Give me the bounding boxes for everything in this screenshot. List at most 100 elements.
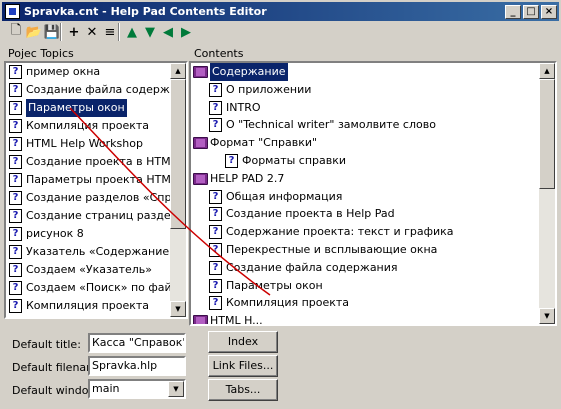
help-topic-icon: ? (9, 83, 22, 97)
properties-icon[interactable]: ≡ (100, 22, 120, 42)
move-down-icon[interactable]: ▼ (140, 22, 160, 42)
save-icon[interactable]: 💾 (42, 22, 62, 42)
topic-label: Создание файла содержания (26, 83, 188, 96)
chevron-down-icon[interactable]: ▼ (168, 381, 184, 397)
index-files-button[interactable]: Index Files... (208, 331, 278, 368)
contents-book-item[interactable]: HELP PAD 2.7 (191, 170, 539, 188)
help-topic-icon: ? (9, 155, 22, 169)
help-topic-icon: ? (209, 260, 222, 275)
help-topic-icon: ? (9, 101, 22, 115)
move-up-icon[interactable]: ▲ (122, 22, 142, 42)
contents-item-label: HTML H... (210, 314, 263, 326)
new-document-icon[interactable]: 🗋 (6, 22, 26, 42)
scroll-thumb[interactable] (539, 79, 555, 189)
contents-page-item[interactable]: ? О "Technical writer" замолвите слово (191, 116, 539, 134)
title-bar[interactable]: Spravka.cnt - Help Pad Contents Editor _… (2, 2, 559, 21)
contents-scrollbar[interactable]: ▲ ▼ (539, 63, 555, 324)
topic-item[interactable]: ? пример окна (6, 63, 170, 81)
topic-label: Создание проекта в HTML Help (26, 155, 188, 168)
default-window-select[interactable]: main ▼ (88, 379, 186, 399)
contents-book-item[interactable]: Содержание (191, 63, 539, 81)
move-right-icon[interactable]: ▶ (176, 22, 196, 42)
contents-book-item[interactable]: Формат "Справки" (191, 134, 539, 152)
help-topic-icon: ? (9, 263, 22, 277)
help-topic-icon: ? (209, 243, 222, 257)
contents-page-item[interactable]: ? Параметры окон (191, 277, 539, 295)
app-icon[interactable] (5, 4, 20, 19)
contents-page-item[interactable]: ? Создание файла содержания (191, 259, 539, 277)
contents-page-item[interactable]: ? Перекрестные и всплывающие окна (191, 241, 539, 259)
contents-book-item[interactable]: HTML H... (191, 312, 539, 326)
book-icon (193, 137, 208, 150)
default-filename-field[interactable]: Spravka.hlp (88, 356, 186, 376)
topic-item[interactable]: ? Создание страниц разделов (6, 207, 186, 225)
contents-item-label: Содержание проекта: текст и графика (226, 225, 454, 239)
default-window-value: main (92, 382, 120, 395)
topic-label: Создание страниц разделов (26, 209, 188, 222)
default-title-field[interactable]: Касса "Справок" не (88, 333, 186, 353)
topic-item[interactable]: ? HTML Help Workshop (6, 135, 170, 153)
help-topic-icon: ? (209, 189, 222, 204)
scroll-up-button[interactable]: ▲ (170, 63, 186, 79)
topic-label: Компиляция проекта (26, 299, 150, 312)
contents-page-item[interactable]: ? О приложении (191, 81, 539, 99)
contents-item-label: Общая информация (226, 189, 343, 203)
help-topic-icon: ? (209, 278, 222, 293)
topic-item[interactable]: ? Параметры окон (6, 99, 170, 117)
tabs-button[interactable]: Tabs... (208, 379, 278, 401)
contents-item-label: INTRO (226, 100, 261, 114)
scroll-down-button[interactable]: ▼ (170, 301, 186, 317)
help-topic-icon: ? (9, 173, 22, 187)
topic-label: Параметры окон (26, 99, 127, 117)
contents-page-item[interactable]: ? Содержание проекта: текст и графика (191, 223, 539, 241)
contents-item-label: HELP PAD 2.7 (210, 171, 285, 185)
scroll-thumb[interactable] (170, 79, 186, 229)
topic-item[interactable]: ? Создание файла содержания (6, 81, 186, 99)
help-topic-icon: ? (209, 296, 222, 311)
topic-item[interactable]: ? рисунок 8 (6, 225, 170, 243)
scroll-down-button[interactable]: ▼ (539, 308, 555, 324)
topic-item[interactable]: ? Указатель «Содержание» (6, 243, 176, 261)
add-icon[interactable]: + (64, 22, 84, 42)
topic-item[interactable]: ? Создание проекта в HTML Help (6, 153, 186, 171)
help-topic-icon: ? (209, 207, 222, 222)
topic-label: Параметры проекта HTML Help (26, 173, 188, 186)
topic-item[interactable]: ? Компиляция проекта (6, 297, 170, 315)
topics-scrollbar[interactable]: ▲ ▼ (170, 63, 186, 317)
delete-icon[interactable]: ✕ (82, 22, 102, 42)
contents-tree[interactable]: HTML H... ? Компиляция проекта? Параметры о… (189, 61, 557, 326)
book-icon (193, 66, 208, 78)
contents-page-item[interactable]: ? Общая информация (191, 188, 539, 206)
topic-label: Создание разделов «Справки» (26, 191, 188, 204)
contents-page-item[interactable]: ? INTRO (191, 99, 539, 117)
topic-item[interactable]: ? Создаем «Указатель» (6, 261, 170, 279)
scroll-up-button[interactable]: ▲ (539, 63, 555, 79)
help-topic-icon: ? (9, 245, 22, 259)
contents-item-label: Перекрестные и всплывающие окна (226, 243, 438, 256)
link-files-button[interactable]: Link Files... (208, 355, 278, 377)
topic-item[interactable]: ? Компиляция проекта (6, 117, 170, 135)
topics-list[interactable]: ? Компиляция проекта ? Создаем «Поиск» по ф… (4, 61, 188, 319)
minimize-button[interactable]: _ (505, 5, 521, 19)
contents-item-label: Форматы справки (242, 154, 347, 167)
move-left-icon[interactable]: ◀ (158, 22, 178, 42)
open-folder-icon[interactable]: 📂 (24, 22, 44, 42)
contents-item-label: О приложении (226, 82, 312, 96)
default-title-label: Default title: (12, 338, 81, 351)
maximize-button[interactable]: □ (523, 5, 539, 19)
topic-item[interactable]: ? Создание разделов «Справки» (6, 189, 186, 207)
help-topic-icon: ? (9, 299, 22, 313)
contents-page-item[interactable]: ? Форматы справки (191, 152, 539, 170)
window-title: Spravka.cnt - Help Pad Contents Editor (24, 5, 267, 18)
topic-item[interactable]: ? Параметры проекта HTML Help (6, 171, 186, 189)
book-icon (193, 172, 208, 185)
contents-page-item[interactable]: ? Компиляция проекта (191, 294, 539, 312)
close-button[interactable]: × (541, 5, 557, 19)
contents-item-label: О "Technical writer" замолвите слово (226, 118, 436, 132)
topic-label: пример окна (26, 65, 101, 78)
help-topic-icon: ? (209, 118, 222, 133)
contents-item-label: Формат "Справки" (210, 136, 318, 150)
contents-page-item[interactable]: ? Создание проекта в Help Pad (191, 205, 539, 223)
topic-item[interactable]: ? Создаем «Поиск» по файлу (6, 279, 185, 297)
topic-label: рисунок 8 (26, 227, 84, 240)
